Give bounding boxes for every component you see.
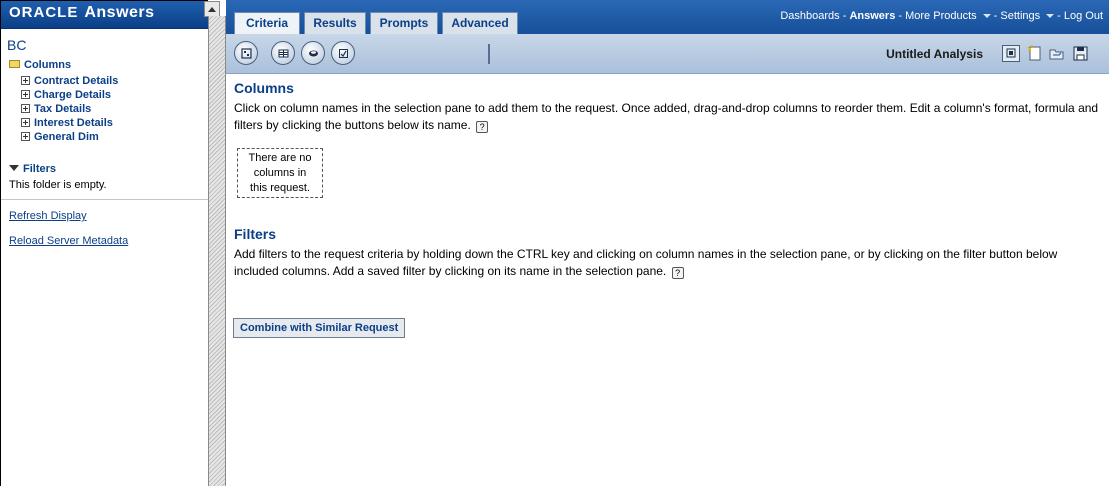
expand-plus-icon[interactable]	[21, 132, 30, 141]
tab-prompts[interactable]: Prompts	[370, 12, 438, 34]
table-view-button[interactable]	[234, 41, 258, 65]
save-button[interactable]	[1072, 45, 1090, 62]
tab-results[interactable]: Results	[304, 12, 366, 34]
columns-section-title: Columns	[234, 80, 294, 96]
dropdown-caret-icon[interactable]	[1046, 14, 1055, 18]
display-results-button[interactable]	[1002, 45, 1020, 62]
column-grid-icon	[278, 49, 289, 58]
toolbar-separator	[488, 44, 490, 64]
dashboards-link[interactable]: Dashboards	[780, 10, 839, 22]
tree-item-label[interactable]: General Dim	[34, 131, 99, 143]
refresh-button[interactable]	[331, 41, 355, 65]
tree-item-label[interactable]: Contract Details	[34, 75, 118, 87]
separator: -	[898, 10, 903, 22]
empty-columns-line: columns in	[253, 167, 307, 179]
table-view-icon	[241, 48, 252, 59]
selection-pane: ORACLE Answers BC Columns Contract Detail…	[0, 0, 209, 486]
combine-with-similar-request-button[interactable]: Combine with Similar Request	[233, 318, 406, 338]
criteria-toolbar: Untitled Analysis	[226, 34, 1109, 74]
reload-server-metadata-link[interactable]: Reload Server Metadata	[9, 235, 128, 247]
tree-item-label[interactable]: Charge Details	[34, 89, 111, 101]
global-nav-links: Dashboards - Answers - More Products - Se…	[780, 10, 1103, 22]
columns-section-description: Click on column names in the selection p…	[234, 100, 1104, 134]
display-results-icon	[1006, 48, 1016, 58]
new-request-icon	[1027, 45, 1041, 61]
expand-plus-icon[interactable]	[21, 90, 30, 99]
analysis-name: Untitled Analysis	[886, 47, 983, 61]
left-header: ORACLE Answers	[1, 1, 209, 29]
tree-item-contract-details[interactable]: Contract Details	[21, 74, 118, 88]
logout-link[interactable]: Log Out	[1064, 10, 1103, 22]
pane-splitter[interactable]	[208, 16, 226, 486]
refresh-icon	[339, 49, 348, 58]
tab-criteria[interactable]: Criteria	[234, 12, 300, 34]
tree-item-charge-details[interactable]: Charge Details	[21, 88, 111, 102]
filters-section-description: Add filters to the request criteria by h…	[234, 246, 1104, 280]
separator: -	[993, 10, 998, 22]
filters-folder-label: Filters	[23, 163, 57, 175]
top-bar: Criteria Results Prompts Advanced Dashbo…	[226, 0, 1109, 34]
separator: -	[1057, 10, 1061, 22]
dropdown-caret-icon[interactable]	[982, 14, 991, 18]
logo-answers-text: Answers	[84, 4, 155, 21]
empty-columns-placeholder: There are no columns in this request.	[237, 148, 323, 198]
sql-button[interactable]	[301, 41, 325, 65]
filters-section-title: Filters	[234, 226, 277, 242]
filters-empty-text: This folder is empty.	[9, 179, 107, 191]
tab-advanced[interactable]: Advanced	[442, 12, 518, 34]
columns-instructions: Click on column names in the selection p…	[234, 101, 1099, 132]
settings-link[interactable]: Settings	[1000, 10, 1040, 22]
filters-instructions: Add filters to the request criteria by h…	[234, 247, 1058, 278]
refresh-display-link[interactable]: Refresh Display	[9, 210, 87, 222]
expand-plus-icon[interactable]	[21, 76, 30, 85]
scroll-up-button[interactable]	[204, 1, 220, 17]
tree-item-label[interactable]: Tax Details	[34, 103, 91, 115]
filter-funnel-icon	[9, 165, 19, 171]
help-icon[interactable]: ?	[476, 121, 489, 133]
columns-folder[interactable]: Columns	[9, 59, 71, 71]
open-folder-icon	[1049, 49, 1064, 60]
separator: -	[842, 10, 847, 22]
expand-plus-icon[interactable]	[21, 104, 30, 113]
tree-item-general-dim[interactable]: General Dim	[21, 130, 99, 144]
open-button[interactable]	[1048, 45, 1066, 62]
new-request-button[interactable]	[1026, 45, 1044, 62]
empty-columns-line: this request.	[250, 182, 310, 194]
folder-icon	[9, 60, 20, 68]
help-icon[interactable]: ?	[671, 267, 684, 279]
tree-item-tax-details[interactable]: Tax Details	[21, 102, 91, 116]
oracle-answers-logo: ORACLE Answers	[9, 4, 155, 22]
subject-area-name: BC	[7, 37, 27, 53]
filters-folder[interactable]: Filters	[9, 163, 56, 175]
more-products-link[interactable]: More Products	[905, 10, 977, 22]
criteria-content: Columns Click on column names in the sel…	[226, 74, 1109, 486]
columns-folder-label: Columns	[24, 59, 72, 71]
expand-plus-icon[interactable]	[21, 118, 30, 127]
tree-item-label[interactable]: Interest Details	[34, 117, 113, 129]
columns-grid-button[interactable]	[271, 41, 295, 65]
answers-link[interactable]: Answers	[849, 10, 895, 22]
empty-columns-line: There are no	[248, 152, 312, 164]
sql-disk-icon	[309, 50, 318, 57]
tree-item-interest-details[interactable]: Interest Details	[21, 116, 113, 130]
divider	[1, 199, 209, 200]
logo-oracle-text: ORACLE	[9, 4, 79, 21]
save-icon	[1073, 46, 1088, 61]
